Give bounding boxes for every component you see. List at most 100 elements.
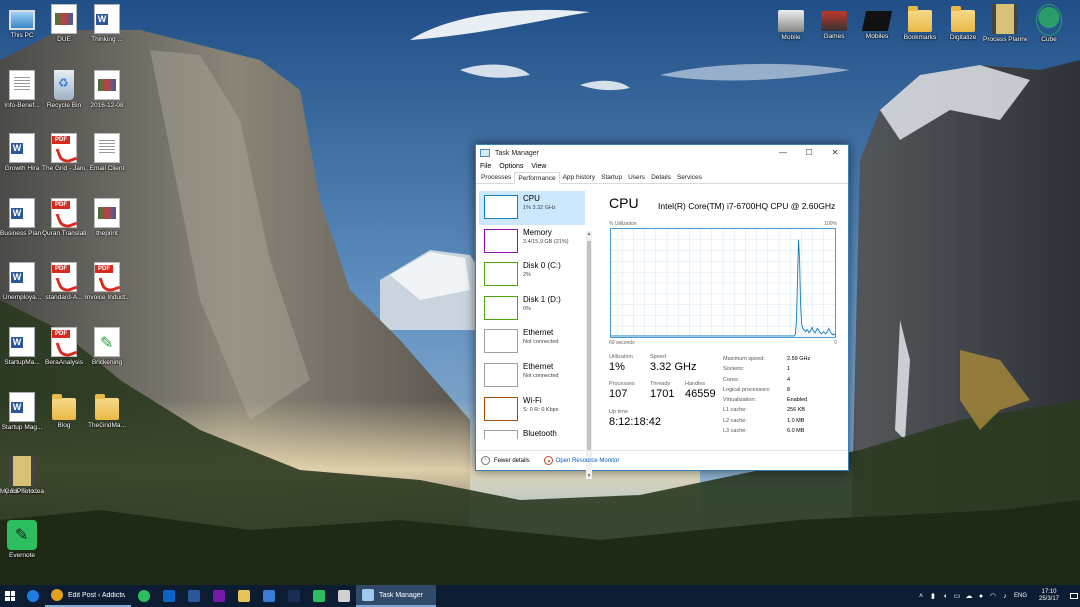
cloud-icon[interactable]: ☁ <box>964 592 974 600</box>
plain-icon <box>9 70 35 100</box>
taskbar-explorer-button[interactable] <box>231 585 256 607</box>
resource-item[interactable]: Disk 1 (D:) 0% <box>479 292 585 326</box>
desktop-icon[interactable]: Brickening <box>85 327 129 366</box>
desktop-icon[interactable]: Info-Benef... <box>0 70 44 109</box>
tab-users[interactable]: Users <box>625 172 648 183</box>
network-icon[interactable]: ▮ <box>928 592 938 600</box>
resource-summary: Not connected <box>523 339 559 346</box>
wifi-icon[interactable]: ◠ <box>988 592 998 600</box>
tab-app-history[interactable]: App history <box>560 172 599 183</box>
task-manager-window[interactable]: Task Manager — ☐ ✕ File Options View Pro… <box>475 144 849 479</box>
language-indicator[interactable]: ENG <box>1014 593 1027 599</box>
stat-label: Processes <box>609 381 635 387</box>
desktop-icon[interactable]: Mobile <box>769 4 813 41</box>
resource-thumbnail-graph <box>484 195 518 219</box>
film-icon <box>992 4 1018 34</box>
taskbar-evernote-button[interactable] <box>306 585 331 607</box>
tab-details[interactable]: Details <box>648 172 674 183</box>
desktop-icon[interactable]: TheGridMa... <box>85 392 129 429</box>
desktop-icon[interactable]: Cube <box>1027 4 1071 43</box>
desktop-icon[interactable]: Thinking ... <box>85 4 129 43</box>
people-icon[interactable]: ● <box>976 593 986 600</box>
taskbar-slack-button[interactable] <box>331 585 356 607</box>
chevron-up-icon[interactable]: ⌃ <box>481 456 490 465</box>
desktop-icon[interactable]: GridPhoto... <box>0 456 44 495</box>
tab-startup[interactable]: Startup <box>598 172 625 183</box>
folder-icon <box>951 6 975 32</box>
battery-icon[interactable]: ▭ <box>952 592 962 600</box>
desktop-icon[interactable]: Invoice Induct... <box>85 262 129 301</box>
scroll-down-arrow[interactable]: ▼ <box>586 473 592 479</box>
chevron-up-icon[interactable]: ˄ <box>916 593 926 600</box>
tab-performance[interactable]: Performance <box>514 172 560 184</box>
desktop-icon[interactable]: Digitalize <box>941 4 985 41</box>
title-bar[interactable]: Task Manager — ☐ ✕ <box>476 145 848 161</box>
desktop-icon[interactable]: Recycle Bin <box>42 70 86 109</box>
tab-services[interactable]: Services <box>674 172 705 183</box>
desktop-icon[interactable]: The Grid - January 2017 <box>42 133 86 172</box>
desktop-icon[interactable]: Process Planner <box>983 4 1027 43</box>
desktop-icon[interactable]: Blog <box>42 392 86 429</box>
desktop-icon[interactable]: Startup Mag... <box>0 392 44 431</box>
close-button[interactable]: ✕ <box>822 145 848 161</box>
desktop-icon[interactable]: This PC <box>0 4 44 39</box>
resource-item[interactable]: Bluetooth <box>479 426 585 439</box>
resource-list-scrollbar[interactable]: ▲ ▼ <box>586 231 592 479</box>
desktop-icon[interactable]: Evernote <box>0 520 44 559</box>
taskbar-taskmanager-button[interactable]: Task Manager <box>356 585 436 607</box>
taskbar-edge-button[interactable] <box>20 585 45 607</box>
desktop-icon[interactable]: DUE <box>42 4 86 43</box>
scroll-thumb[interactable] <box>587 241 591 451</box>
desktop-icon[interactable]: BeraAnalysis <box>42 327 86 366</box>
desktop-icon[interactable]: Mobiles <box>855 4 899 40</box>
action-center-button[interactable] <box>1068 585 1080 607</box>
minimize-button[interactable]: — <box>770 145 796 161</box>
taskbar-outlook-button[interactable] <box>156 585 181 607</box>
desktop-icon[interactable]: Unemploya... <box>0 262 44 301</box>
clock[interactable]: 17:10 25/3/17 <box>1034 589 1064 603</box>
volume-icon[interactable]: ◖ <box>940 593 950 600</box>
resource-item[interactable]: Ethernet Not connected <box>479 325 585 359</box>
resource-item[interactable]: Wi-Fi S: 0 R: 0 Kbps <box>479 393 585 427</box>
desktop-icon[interactable]: StartupMa... <box>0 327 44 366</box>
resource-thumbnail-graph <box>484 396 518 421</box>
menu-file[interactable]: File <box>480 161 491 172</box>
taskbar-mail-button[interactable] <box>256 585 281 607</box>
fewer-details-link[interactable]: Fewer details <box>494 458 530 464</box>
start-button[interactable] <box>0 585 20 607</box>
speaker-icon[interactable]: ♪ <box>1000 593 1010 600</box>
desktop-icon[interactable]: Games <box>812 4 856 40</box>
scroll-up-arrow[interactable]: ▲ <box>586 231 592 237</box>
desktop-icon[interactable]: theprint <box>85 198 129 237</box>
menu-view[interactable]: View <box>531 161 546 172</box>
resource-item[interactable]: Ethernet Not connected <box>479 359 585 393</box>
desktop-icon[interactable]: Email Client <box>85 133 129 172</box>
desktop-icon[interactable]: Bookmarks <box>898 4 942 41</box>
resource-item[interactable]: Memory 3.4/15.9 GB (21%) <box>479 225 585 259</box>
taskbar-onenote-button[interactable] <box>206 585 231 607</box>
desktop-icon[interactable]: Quran Translation ... <box>42 198 86 237</box>
desktop-icon[interactable]: standard-A... <box>42 262 86 301</box>
stat-handles: Handles 46559 <box>685 381 716 401</box>
desktop-icon[interactable]: Business Plan Workshop <box>0 198 44 237</box>
desktop-icon[interactable]: 2016-12-08 <box>85 70 129 109</box>
doc-icon <box>9 392 35 422</box>
img-icon <box>94 198 120 228</box>
taskbar-chrome-button[interactable]: Edit Post ‹ Addictiv... <box>45 585 131 607</box>
spec-value: 1 <box>787 366 791 373</box>
resource-item[interactable]: Disk 0 (C:) 2% <box>479 258 585 292</box>
taskbar-photoshop-button[interactable] <box>281 585 306 607</box>
taskbar-skype-button[interactable] <box>131 585 156 607</box>
stat-label: Handles <box>685 381 706 387</box>
desktop-icon[interactable]: Growth Hira <box>0 133 44 172</box>
stat-processes: Processes 107 <box>609 381 635 401</box>
maximize-button[interactable]: ☐ <box>796 145 822 161</box>
laptop-icon <box>861 11 893 31</box>
menu-options[interactable]: Options <box>499 161 523 172</box>
resource-item[interactable]: CPU 1% 3.32 GHz <box>479 191 585 225</box>
resource-name: Ethernet <box>523 361 554 371</box>
open-resource-monitor-link[interactable]: Open Resource Monitor <box>556 458 620 464</box>
stat-utilization: Utilization 1% <box>609 354 633 374</box>
tab-processes[interactable]: Processes <box>478 172 514 183</box>
taskbar-word-button[interactable] <box>181 585 206 607</box>
